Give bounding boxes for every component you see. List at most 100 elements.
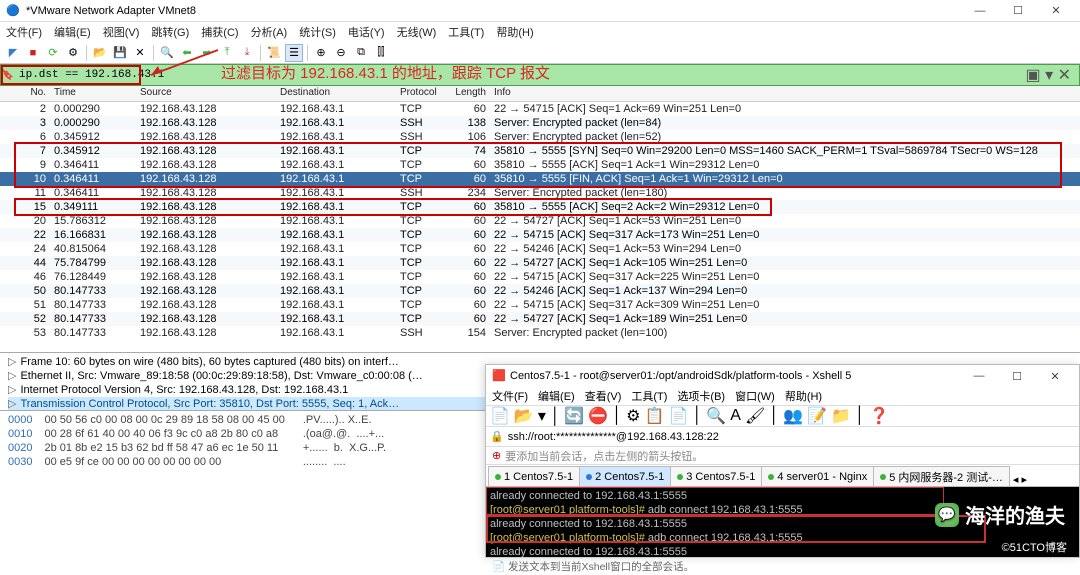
packet-row[interactable]: 100.346411192.168.43.128192.168.43.1TCP6…	[0, 172, 1080, 186]
paste-icon[interactable]: 📄	[668, 406, 688, 426]
people-icon[interactable]: 👥	[783, 406, 803, 426]
packet-row[interactable]: 60.345912192.168.43.128192.168.43.1SSH10…	[0, 130, 1080, 144]
start-capture-icon[interactable]: ◤	[4, 44, 22, 62]
menu-item[interactable]: 选项卡(B)	[677, 388, 725, 404]
options-icon[interactable]: ⚙	[64, 44, 82, 62]
close-button[interactable]: ✕	[1038, 2, 1074, 20]
autoscroll-icon[interactable]: 📜	[265, 44, 283, 62]
xshell-titlebar: 🟥 Centos7.5-1 - root@server01:/opt/andro…	[486, 365, 1079, 387]
display-filter-bar[interactable]: 🔖 ip.dst == 192.168.43.1 过滤目标为 192.168.4…	[0, 64, 1080, 86]
properties-icon[interactable]: ⚙	[626, 406, 640, 426]
menu-item[interactable]: 电话(Y)	[348, 24, 385, 40]
wireshark-toolbar[interactable]: ◤ ■ ⟳ ⚙ 📂 💾 ✕ 🔍 ⬅ ➡ ⤒ ⤓ 📜 ☰ ⊕ ⊖ ⧉ ⫿⫿	[0, 42, 1080, 64]
menu-item[interactable]: 文件(F)	[492, 388, 528, 404]
resize-columns-icon[interactable]: ⫿⫿	[372, 44, 390, 62]
prev-icon[interactable]: ⬅	[178, 44, 196, 62]
find-session-icon[interactable]: 🔍	[706, 406, 726, 426]
xshell-minimize[interactable]: —	[961, 367, 997, 385]
column-header[interactable]: No.	[0, 86, 50, 101]
packet-row[interactable]: 30.000290192.168.43.128192.168.43.1SSH13…	[0, 116, 1080, 130]
color-icon[interactable]: 🖌	[745, 406, 765, 426]
xshell-menubar[interactable]: 文件(F) 编辑(E) 查看(V) 工具(T) 选项卡(B) 窗口(W) 帮助(H)	[486, 387, 1079, 405]
colorize-icon[interactable]: ☰	[285, 44, 303, 62]
packet-row[interactable]: 150.349111192.168.43.128192.168.43.1TCP6…	[0, 200, 1080, 214]
menu-item[interactable]: 跳转(G)	[151, 24, 189, 40]
jump-first-icon[interactable]: ⤒	[218, 44, 236, 62]
packet-list[interactable]: 20.000290192.168.43.128192.168.43.1TCP60…	[0, 102, 1080, 352]
xshell-toolbar[interactable]: 📄 📂 ▾ │ 🔄 ⛔ │ ⚙ 📋 📄 │ 🔍 A 🖌 │ 👥 📝 📁 │ ❓	[486, 405, 1079, 427]
zoom-out-icon[interactable]: ⊖	[332, 44, 350, 62]
menu-item[interactable]: 分析(A)	[251, 24, 288, 40]
packet-row[interactable]: 110.346411192.168.43.128192.168.43.1SSH2…	[0, 186, 1080, 200]
find-icon[interactable]: 🔍	[158, 44, 176, 62]
xshell-close[interactable]: ✕	[1037, 367, 1073, 385]
next-icon[interactable]: ➡	[198, 44, 216, 62]
help-icon[interactable]: ❓	[869, 406, 889, 426]
packet-row[interactable]: 5380.147733192.168.43.128192.168.43.1SSH…	[0, 326, 1080, 340]
packet-row[interactable]: 90.346411192.168.43.128192.168.43.1TCP60…	[0, 158, 1080, 172]
packet-list-header[interactable]: No.TimeSourceDestinationProtocolLengthIn…	[0, 86, 1080, 102]
packet-row[interactable]: 2216.166831192.168.43.128192.168.43.1TCP…	[0, 228, 1080, 242]
restart-capture-icon[interactable]: ⟳	[44, 44, 62, 62]
menu-item[interactable]: 工具(T)	[448, 24, 484, 40]
xshell-tab[interactable]: 1 Centos7.5-1	[488, 466, 580, 486]
xshell-window[interactable]: 🟥 Centos7.5-1 - root@server01:/opt/andro…	[485, 364, 1080, 558]
clear-filter-icon[interactable]: ▣ ▾ ✕	[1026, 65, 1071, 85]
xshell-tab[interactable]: 2 Centos7.5-1	[579, 466, 671, 486]
zoom-in-icon[interactable]: ⊕	[312, 44, 330, 62]
column-header[interactable]: Destination	[276, 86, 396, 101]
packet-row[interactable]: 4475.784799192.168.43.128192.168.43.1TCP…	[0, 256, 1080, 270]
open-session-icon[interactable]: 📂	[514, 406, 534, 426]
maximize-button[interactable]: ☐	[1000, 2, 1036, 20]
column-header[interactable]: Source	[136, 86, 276, 101]
packet-row[interactable]: 70.345912192.168.43.128192.168.43.1TCP74…	[0, 144, 1080, 158]
xshell-tabs[interactable]: 1 Centos7.5-12 Centos7.5-13 Centos7.5-14…	[486, 465, 1079, 487]
xshell-tab[interactable]: 4 server01 - Nginx	[761, 466, 874, 486]
menu-item[interactable]: 编辑(E)	[54, 24, 91, 40]
close-file-icon[interactable]: ✕	[131, 44, 149, 62]
packet-row[interactable]: 2015.786312192.168.43.128192.168.43.1TCP…	[0, 214, 1080, 228]
menu-item[interactable]: 捕获(C)	[201, 24, 238, 40]
menu-item[interactable]: 帮助(H)	[496, 24, 533, 40]
wireshark-menubar[interactable]: 文件(F) 编辑(E) 视图(V) 跳转(G) 捕获(C) 分析(A) 统计(S) 电话(Y)…	[0, 22, 1080, 42]
xshell-tab[interactable]: 3 Centos7.5-1	[670, 466, 762, 486]
column-header[interactable]: Info	[490, 86, 1080, 101]
zoom-reset-icon[interactable]: ⧉	[352, 44, 370, 62]
xshell-maximize[interactable]: ☐	[999, 367, 1035, 385]
packet-row[interactable]: 5280.147733192.168.43.128192.168.43.1TCP…	[0, 312, 1080, 326]
packet-row[interactable]: 5180.147733192.168.43.128192.168.43.1TCP…	[0, 298, 1080, 312]
packet-row[interactable]: 2440.815064192.168.43.128192.168.43.1TCP…	[0, 242, 1080, 256]
menu-item[interactable]: 视图(V)	[103, 24, 140, 40]
column-header[interactable]: Time	[50, 86, 136, 101]
packet-row[interactable]: 5080.147733192.168.43.128192.168.43.1TCP…	[0, 284, 1080, 298]
menu-item[interactable]: 文件(F)	[6, 24, 42, 40]
font-icon[interactable]: A	[730, 407, 741, 425]
packet-row[interactable]: 4676.128449192.168.43.128192.168.43.1TCP…	[0, 270, 1080, 284]
menu-item[interactable]: 工具(T)	[631, 388, 667, 404]
script-icon[interactable]: 📝	[807, 406, 827, 426]
column-header[interactable]: Protocol	[396, 86, 450, 101]
menu-item[interactable]: 无线(W)	[397, 24, 437, 40]
minimize-button[interactable]: —	[962, 2, 998, 20]
menu-item[interactable]: 统计(S)	[299, 24, 336, 40]
menu-item[interactable]: 编辑(E)	[538, 388, 575, 404]
stop-capture-icon[interactable]: ■	[24, 44, 42, 62]
jump-last-icon[interactable]: ⤓	[238, 44, 256, 62]
new-session-icon[interactable]: 📄	[490, 406, 510, 426]
column-header[interactable]: Length	[450, 86, 490, 101]
folder-icon[interactable]: 📁	[831, 406, 851, 426]
open-icon[interactable]: 📂	[91, 44, 109, 62]
save-icon[interactable]: 💾	[111, 44, 129, 62]
menu-item[interactable]: 帮助(H)	[785, 388, 822, 404]
disconnect-icon[interactable]: ⛔	[588, 406, 608, 426]
bookmark-icon[interactable]: 🔖	[1, 65, 15, 85]
reconnect-icon[interactable]: 🔄	[564, 406, 584, 426]
tab-scroll[interactable]: ◂ ▸	[1013, 473, 1027, 486]
add-session-icon[interactable]: ⊕	[492, 449, 501, 462]
menu-item[interactable]: 窗口(W)	[735, 388, 775, 404]
copy-icon[interactable]: 📋	[645, 406, 665, 426]
menu-item[interactable]: 查看(V)	[585, 388, 622, 404]
xshell-address-bar[interactable]: 🔒 ssh://root:**************@192.168.43.1…	[486, 427, 1079, 447]
xshell-tab[interactable]: 5 内网服务器-2 测试-…	[873, 466, 1010, 486]
packet-row[interactable]: 20.000290192.168.43.128192.168.43.1TCP60…	[0, 102, 1080, 116]
